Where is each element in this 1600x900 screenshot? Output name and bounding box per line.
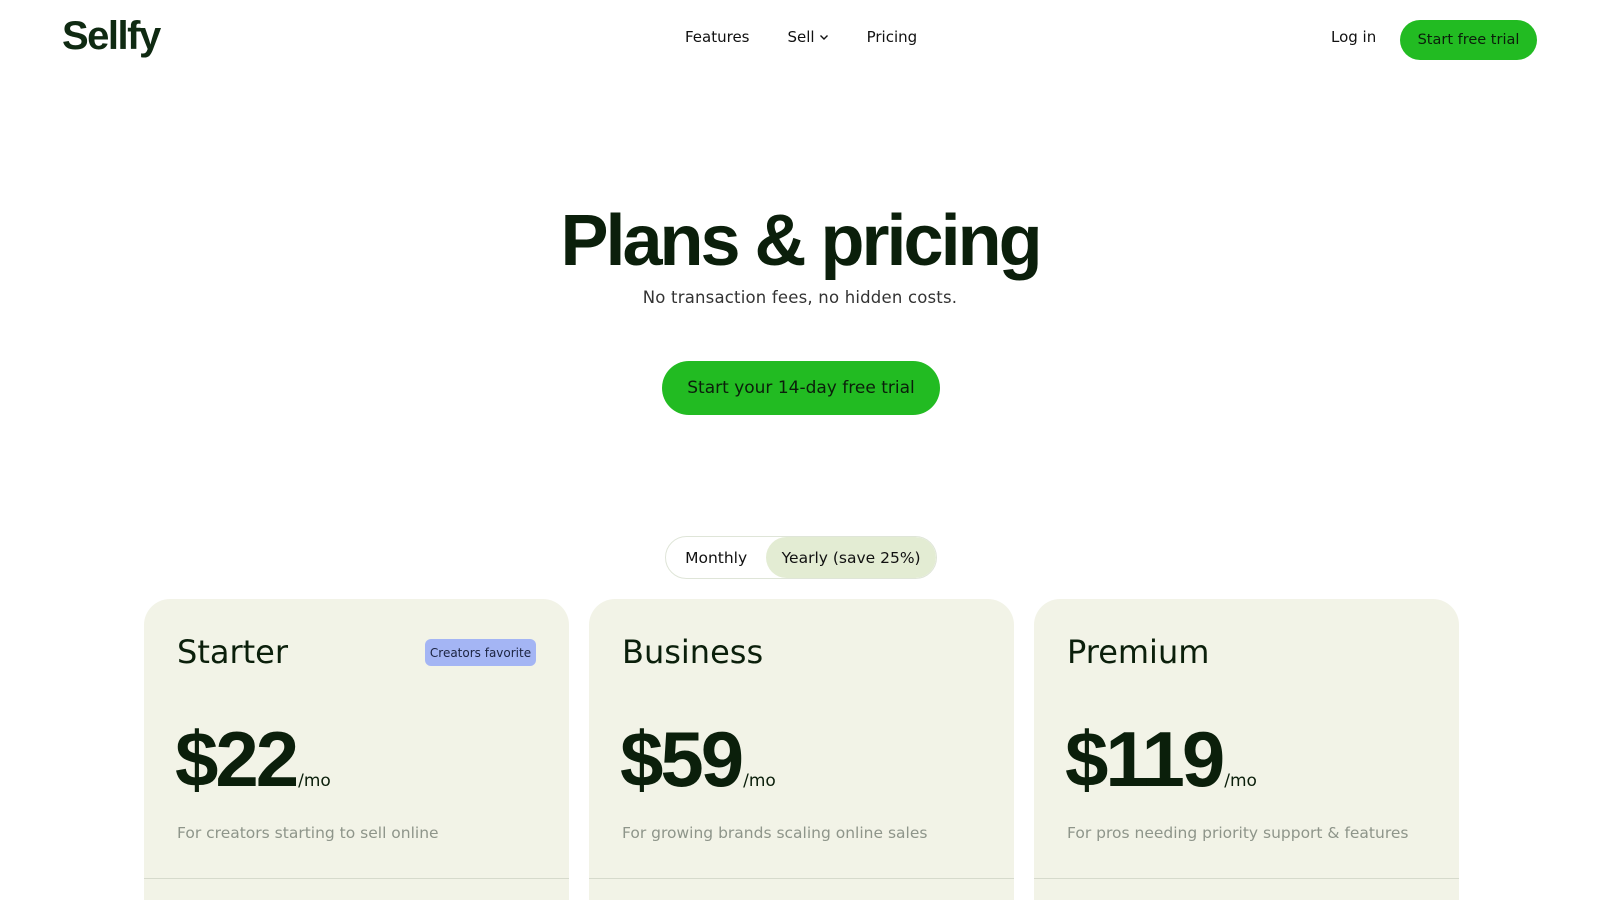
card-divider <box>144 878 569 879</box>
nav-item-label: Pricing <box>866 28 918 46</box>
plan-price: $22 <box>175 715 299 803</box>
billing-option-monthly[interactable]: Monthly <box>666 537 766 578</box>
price-period: /mo <box>1224 771 1257 791</box>
price-row: $119 /mo <box>1065 717 1257 801</box>
card-divider <box>1034 878 1459 879</box>
plan-name: Business <box>622 633 764 671</box>
plan-card-business: Business $59 /mo For growing brands scal… <box>589 599 1014 900</box>
nav-item-pricing[interactable]: Pricing <box>867 28 918 46</box>
billing-option-yearly[interactable]: Yearly (save 25%) <box>766 537 936 578</box>
price-row: $22 /mo <box>175 717 331 801</box>
card-divider <box>589 878 1014 879</box>
price-row: $59 /mo <box>620 717 776 801</box>
plan-description: For growing brands scaling online sales <box>622 824 928 842</box>
price-period: /mo <box>298 771 331 791</box>
price-period: /mo <box>743 771 776 791</box>
plan-price: $59 <box>620 715 744 803</box>
plan-price: $119 <box>1065 715 1225 803</box>
billing-period-toggle: Monthly Yearly (save 25%) <box>665 536 937 579</box>
plan-description: For creators starting to sell online <box>177 824 439 842</box>
plan-card-starter: Starter Creators favorite $22 /mo For cr… <box>144 599 569 900</box>
sellfy-logo[interactable]: Sellfy <box>62 14 161 59</box>
nav-item-label: Sell <box>787 28 815 46</box>
nav-item-sell[interactable]: Sell <box>788 28 829 46</box>
plan-description: For pros needing priority support & feat… <box>1067 824 1409 842</box>
creators-favorite-badge: Creators favorite <box>425 639 536 666</box>
pricing-page: Sellfy Features Sell Pricing Log in Star… <box>0 0 1600 900</box>
site-header: Sellfy Features Sell Pricing Log in Star… <box>0 0 1600 80</box>
plan-name: Premium <box>1067 633 1210 671</box>
start-free-trial-button[interactable]: Start free trial <box>1400 20 1537 60</box>
nav-item-features[interactable]: Features <box>685 28 750 46</box>
page-title: Plans & pricing <box>560 201 1042 281</box>
plan-name: Starter <box>177 633 289 671</box>
nav-item-label: Features <box>685 28 750 46</box>
start-14-day-trial-button[interactable]: Start your 14-day free trial <box>662 361 940 415</box>
chevron-down-icon <box>819 32 829 42</box>
main-nav: Features Sell Pricing <box>685 28 917 46</box>
login-link[interactable]: Log in <box>1331 28 1376 46</box>
page-subtitle: No transaction fees, no hidden costs. <box>642 288 958 307</box>
plan-card-premium: Premium $119 /mo For pros needing priori… <box>1034 599 1459 900</box>
